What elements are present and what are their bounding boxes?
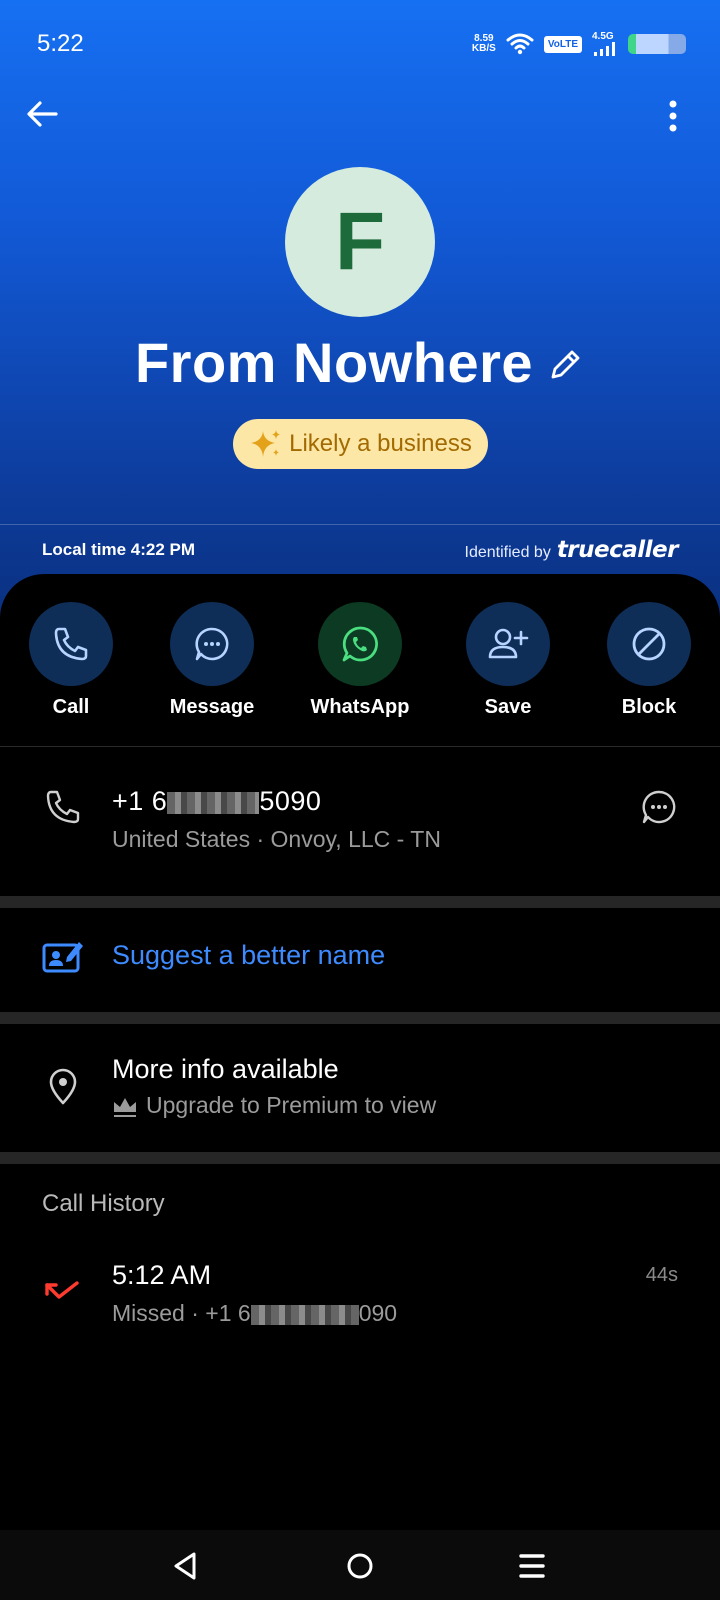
badge-label: Likely a business: [289, 430, 472, 457]
phone-icon: [54, 627, 88, 661]
crown-icon: [114, 1097, 136, 1117]
likely-business-badge: Likely a business: [233, 419, 488, 469]
contact-header: 5:22 8.59 KB/S VoLTE 4.5G F From Nowhere…: [0, 0, 720, 640]
volte-badge: VoLTE: [543, 35, 582, 53]
phone-row-icon: [40, 784, 86, 830]
missed-call-icon: [45, 1281, 79, 1299]
whatsapp-label: WhatsApp: [310, 696, 410, 718]
whatsapp-icon: [342, 626, 378, 662]
triangle-back-icon: [174, 1552, 196, 1580]
status-bar: 5:22 8.59 KB/S VoLTE 4.5G: [0, 0, 720, 92]
block-action[interactable]: Block: [589, 602, 709, 719]
location-row-icon: [40, 1064, 86, 1110]
missed-call-icon-wrap: [40, 1268, 86, 1314]
details-sheet: Call Message WhatsApp Save Block +1 6 50…: [0, 574, 720, 1600]
identified-by: Identified by truecaller: [464, 537, 679, 563]
nav-recents-button[interactable]: [512, 1546, 552, 1586]
menu-lines-icon: [519, 1554, 545, 1578]
message-action[interactable]: Message: [152, 602, 272, 719]
call-action[interactable]: Call: [11, 602, 131, 719]
cellular-signal: 4.5G: [592, 32, 618, 56]
network-type: 4.5G: [592, 31, 614, 42]
phone-icon: [46, 790, 80, 824]
save-button[interactable]: [466, 602, 550, 686]
identified-by-label: Identified by: [464, 544, 551, 561]
suggest-name-link[interactable]: Suggest a better name: [112, 940, 385, 971]
redacted-digits: [250, 1304, 359, 1325]
circle-home-icon: [347, 1553, 373, 1579]
block-label: Block: [621, 696, 677, 718]
whatsapp-button[interactable]: [318, 602, 402, 686]
wifi-icon: [506, 33, 534, 55]
edit-name-button[interactable]: [545, 345, 585, 385]
redacted-digits: [167, 791, 260, 814]
action-buttons: Call Message WhatsApp Save Block: [0, 602, 720, 732]
message-icon: [642, 790, 676, 824]
edit-contact-card-icon: [42, 942, 83, 973]
message-icon: [195, 627, 229, 661]
status-icons: 8.59 KB/S VoLTE 4.5G: [472, 32, 686, 56]
contact-name-row: From Nowhere: [0, 330, 720, 395]
more-info-title: More info available: [112, 1054, 339, 1084]
arrow-left-icon: [27, 101, 58, 127]
more-options-button[interactable]: [660, 96, 686, 136]
block-icon: [632, 627, 666, 661]
section-divider: [0, 896, 720, 908]
status-time: 5:22: [37, 30, 84, 57]
location-pin-icon: [49, 1068, 77, 1105]
sparkle-icon: [251, 430, 281, 457]
call-number-prefix: Missed · +1 6: [112, 1300, 251, 1326]
premium-hint: Upgrade to Premium to view: [112, 1092, 436, 1119]
call-label: Call: [52, 696, 90, 718]
network-speed: 8.59 KB/S: [472, 34, 496, 54]
local-time: Local time 4:22 PM: [42, 540, 196, 559]
suggest-name-row[interactable]: Suggest a better name: [0, 908, 720, 1006]
call-time: 5:12 AM: [112, 1260, 212, 1290]
premium-hint-text: Upgrade to Premium to view: [146, 1092, 437, 1118]
call-number-suffix: 090: [358, 1300, 398, 1326]
call-button[interactable]: [29, 602, 113, 686]
more-info-row[interactable]: More info available Upgrade to Premium t…: [0, 1024, 720, 1152]
add-person-icon: [488, 628, 529, 659]
avatar-letter: F: [334, 196, 386, 287]
network-speed-unit: KB/S: [471, 43, 496, 54]
block-button[interactable]: [607, 602, 691, 686]
battery-icon: [628, 34, 686, 54]
nav-home-button[interactable]: [340, 1546, 380, 1586]
suggest-row-icon: [40, 934, 86, 980]
message-label: Message: [169, 696, 255, 718]
call-history-item[interactable]: 5:12 AM Missed · +1 6 090 44s: [0, 1244, 720, 1344]
pencil-icon: [551, 350, 580, 378]
save-label: Save: [484, 696, 532, 718]
sms-button[interactable]: [636, 784, 682, 830]
whatsapp-action[interactable]: WhatsApp: [300, 602, 420, 719]
header-divider: [0, 524, 720, 525]
phone-number: +1 6 5090: [112, 786, 321, 817]
truecaller-logo: truecaller: [556, 537, 679, 563]
call-duration: 44s: [645, 1264, 678, 1286]
section-divider: [0, 1012, 720, 1024]
signal-icon: [594, 42, 615, 56]
phone-number-row[interactable]: +1 6 5090 United States · Onvoy, LLC - TN: [0, 746, 720, 870]
phone-number-prefix: +1 6: [112, 786, 168, 816]
more-vert-icon: [669, 100, 677, 132]
contact-avatar: F: [285, 167, 435, 317]
call-history-title: Call History: [42, 1190, 165, 1217]
call-details: Missed · +1 6 090: [112, 1300, 397, 1327]
section-divider: [0, 1152, 720, 1164]
contact-screen: 5:22 8.59 KB/S VoLTE 4.5G F From Nowhere…: [0, 0, 720, 1600]
system-nav-bar: [0, 1530, 720, 1600]
nav-back-button[interactable]: [165, 1546, 205, 1586]
message-button[interactable]: [170, 602, 254, 686]
phone-details: United States · Onvoy, LLC - TN: [112, 826, 441, 852]
contact-name: From Nowhere: [134, 331, 534, 394]
phone-number-suffix: 5090: [259, 786, 322, 816]
save-action[interactable]: Save: [448, 602, 568, 719]
back-button[interactable]: [22, 94, 62, 134]
